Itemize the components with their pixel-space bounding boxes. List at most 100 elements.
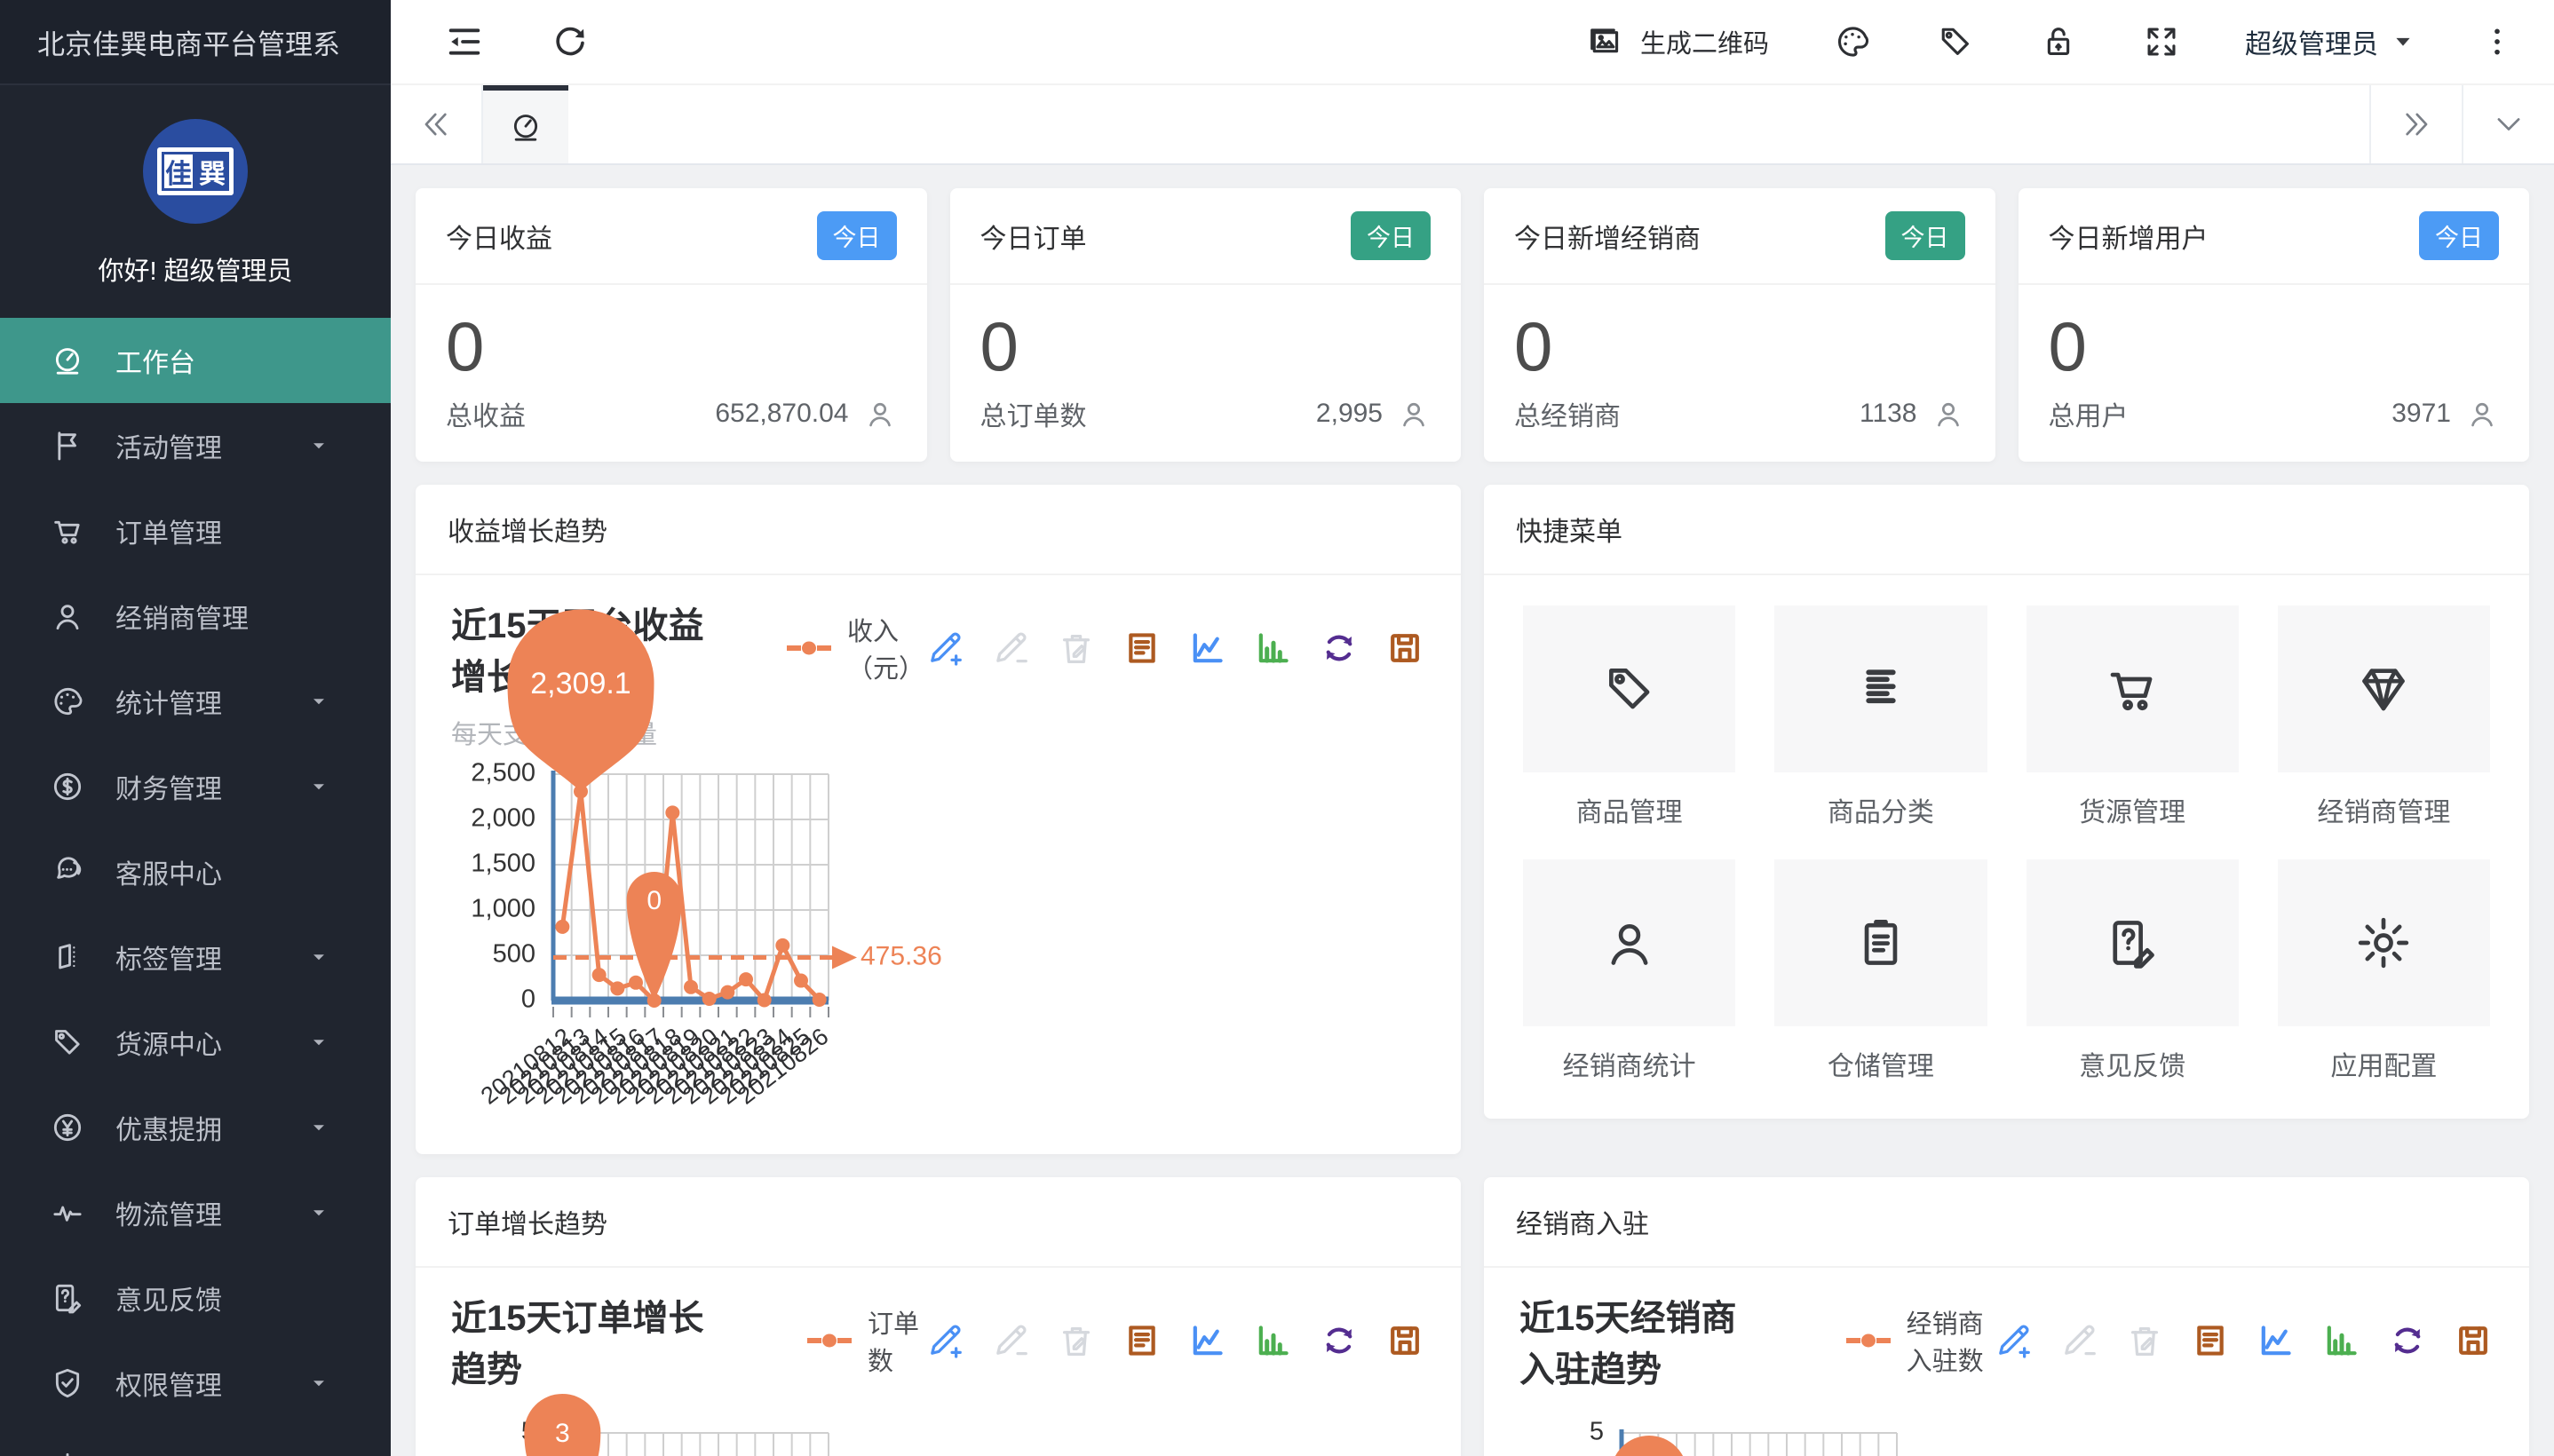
bar-chart-icon[interactable] xyxy=(1253,628,1294,669)
save-icon[interactable] xyxy=(2453,1320,2494,1361)
stat-title: 今日新增经销商 xyxy=(1514,217,1701,256)
sidebar-item-label: 标签管理 xyxy=(115,938,222,977)
quick-menu-item-3[interactable]: 经销商管理 xyxy=(2278,605,2490,829)
fullscreen-icon[interactable] xyxy=(2142,22,2181,61)
chat-icon xyxy=(50,854,85,890)
quick-menu-label: 意见反馈 xyxy=(2079,1044,2185,1083)
sidebar-item-8[interactable]: 货源中心 xyxy=(0,1000,391,1085)
generate-qr-label: 生成二维码 xyxy=(1640,23,1769,60)
line-chart-icon[interactable] xyxy=(2256,1320,2296,1361)
pencil-plus-icon[interactable] xyxy=(1993,1320,2034,1361)
logo-char-right: 巽 xyxy=(195,152,229,191)
legend-item[interactable]: 订单数 xyxy=(805,1303,924,1378)
picture-icon xyxy=(1585,22,1624,61)
legend-item[interactable]: 收入（元） xyxy=(785,611,924,685)
save-icon[interactable] xyxy=(1384,628,1425,669)
quick-menu-item-2[interactable]: 货源管理 xyxy=(2027,605,2239,829)
quick-menu-item-5[interactable]: 仓储管理 xyxy=(1774,859,1987,1083)
tabs-scroll-left-button[interactable] xyxy=(391,85,483,163)
stat-value: 0 xyxy=(980,306,1432,387)
sidebar-item-2[interactable]: 订单管理 xyxy=(0,488,391,574)
sidebar-item-10[interactable]: 物流管理 xyxy=(0,1170,391,1255)
sidebar-item-13[interactable]: 系统管理 xyxy=(0,1426,391,1456)
svg-text:2,309.1: 2,309.1 xyxy=(530,667,631,700)
quick-tile xyxy=(2278,605,2490,772)
topbar: 生成二维码 超级管理员 xyxy=(391,0,2554,85)
pulse-icon xyxy=(50,1195,85,1230)
sidebar-item-1[interactable]: 活动管理 xyxy=(0,403,391,488)
quick-menu-item-6[interactable]: 意见反馈 xyxy=(2027,859,2239,1083)
doc-view-icon[interactable] xyxy=(2190,1320,2231,1361)
pencil-minus-icon[interactable] xyxy=(2058,1320,2099,1361)
pencil-minus-icon[interactable] xyxy=(990,628,1031,669)
dollar-circle-icon xyxy=(50,769,85,804)
tabs-scroll-right-button[interactable] xyxy=(2369,85,2462,163)
flag-icon xyxy=(50,428,85,463)
notebook-icon xyxy=(50,939,85,975)
trash-icon[interactable] xyxy=(1056,628,1097,669)
tag-icon[interactable] xyxy=(1936,22,1975,61)
tabs-menu-button[interactable] xyxy=(2462,85,2554,163)
doc-view-icon[interactable] xyxy=(1122,628,1162,669)
svg-text:0: 0 xyxy=(646,886,662,915)
trash-icon[interactable] xyxy=(2124,1320,2165,1361)
pencil-plus-icon[interactable] xyxy=(924,628,965,669)
stat-total-value: 2,995 xyxy=(1316,399,1383,429)
theme-palette-icon[interactable] xyxy=(1833,22,1872,61)
chevrons-left-icon xyxy=(419,107,453,141)
legend-item[interactable]: 经销商入驻数 xyxy=(1844,1303,1993,1378)
line-chart[interactable]: 05001,0001,5002,0002,5002021081220210813… xyxy=(451,746,984,1128)
user-dropdown[interactable]: 超级管理员 xyxy=(2245,22,2415,61)
line-chart[interactable]: 0123452021081220210813202108142021081520… xyxy=(451,1392,984,1456)
sidebar-item-7[interactable]: 标签管理 xyxy=(0,914,391,1000)
refresh2-icon[interactable] xyxy=(1319,628,1360,669)
quick-menu-item-4[interactable]: 经销商统计 xyxy=(1523,859,1735,1083)
sidebar-item-label: 系统管理 xyxy=(115,1449,222,1456)
bottom-row: 订单增长趋势 近15天订单增长趋势 订单数 012345202108122021… xyxy=(416,1177,2529,1456)
sidebar-item-11[interactable]: 意见反馈 xyxy=(0,1255,391,1341)
chevron-down-icon xyxy=(2492,107,2526,141)
doc-view-icon[interactable] xyxy=(1122,1320,1162,1361)
line-chart[interactable]: 0123452021081220210813202108142021081520… xyxy=(1519,1392,2052,1456)
refresh2-icon[interactable] xyxy=(1319,1320,1360,1361)
line-chart-icon[interactable] xyxy=(1187,628,1228,669)
pencil-minus-icon[interactable] xyxy=(990,1320,1031,1361)
svg-text:500: 500 xyxy=(493,940,535,969)
sidebar-item-9[interactable]: 优惠提拥 xyxy=(0,1085,391,1170)
sidebar-item-6[interactable]: 客服中心 xyxy=(0,829,391,914)
lock-icon[interactable] xyxy=(2039,22,2078,61)
quick-menu-item-0[interactable]: 商品管理 xyxy=(1523,605,1735,829)
quick-menu-item-1[interactable]: 商品分类 xyxy=(1774,605,1987,829)
pencil-plus-icon[interactable] xyxy=(924,1320,965,1361)
trash-icon[interactable] xyxy=(1056,1320,1097,1361)
tab-dashboard[interactable] xyxy=(483,85,568,163)
revenue-trend-card: 收益增长趋势 近15天平台收益增长趋势 收入（元） 每天支付流水总量 05001… xyxy=(416,485,1461,1154)
save-icon[interactable] xyxy=(1384,1320,1425,1361)
bar-chart-icon[interactable] xyxy=(2321,1320,2362,1361)
person-icon xyxy=(2465,397,2499,431)
sidebar-item-12[interactable]: 权限管理 xyxy=(0,1341,391,1426)
sidebar-menu: 工作台活动管理订单管理经销商管理统计管理财务管理客服中心标签管理货源中心优惠提拥… xyxy=(0,318,391,1456)
generate-qr-button[interactable]: 生成二维码 xyxy=(1585,22,1769,61)
stat-card-1: 今日订单今日0总订单数2,995 xyxy=(950,188,1462,462)
sidebar-item-5[interactable]: 财务管理 xyxy=(0,744,391,829)
sidebar-item-4[interactable]: 统计管理 xyxy=(0,659,391,744)
stat-total-label: 总订单数 xyxy=(980,394,1087,433)
quick-menu-label: 商品分类 xyxy=(1828,790,1934,829)
kebab-menu-icon[interactable] xyxy=(2479,24,2515,59)
question-doc-icon xyxy=(2103,914,2161,972)
quick-menu-item-7[interactable]: 应用配置 xyxy=(2278,859,2490,1083)
refresh-icon[interactable] xyxy=(551,22,590,61)
sidebar-item-0[interactable]: 工作台 xyxy=(0,318,391,403)
sidebar-item-label: 工作台 xyxy=(115,341,195,380)
sidebar-item-3[interactable]: 经销商管理 xyxy=(0,574,391,659)
stat-card-3: 今日新增用户今日0总用户3971 xyxy=(2019,188,2530,462)
menu-fold-icon[interactable] xyxy=(444,21,485,62)
stat-total-label: 总经销商 xyxy=(1514,394,1621,433)
bar-chart-icon[interactable] xyxy=(1253,1320,1294,1361)
line-chart-icon[interactable] xyxy=(1187,1320,1228,1361)
card-header: 订单增长趋势 xyxy=(416,1177,1461,1268)
dashboard-icon xyxy=(50,343,85,378)
stat-value: 0 xyxy=(2049,306,2500,387)
refresh2-icon[interactable] xyxy=(2387,1320,2428,1361)
